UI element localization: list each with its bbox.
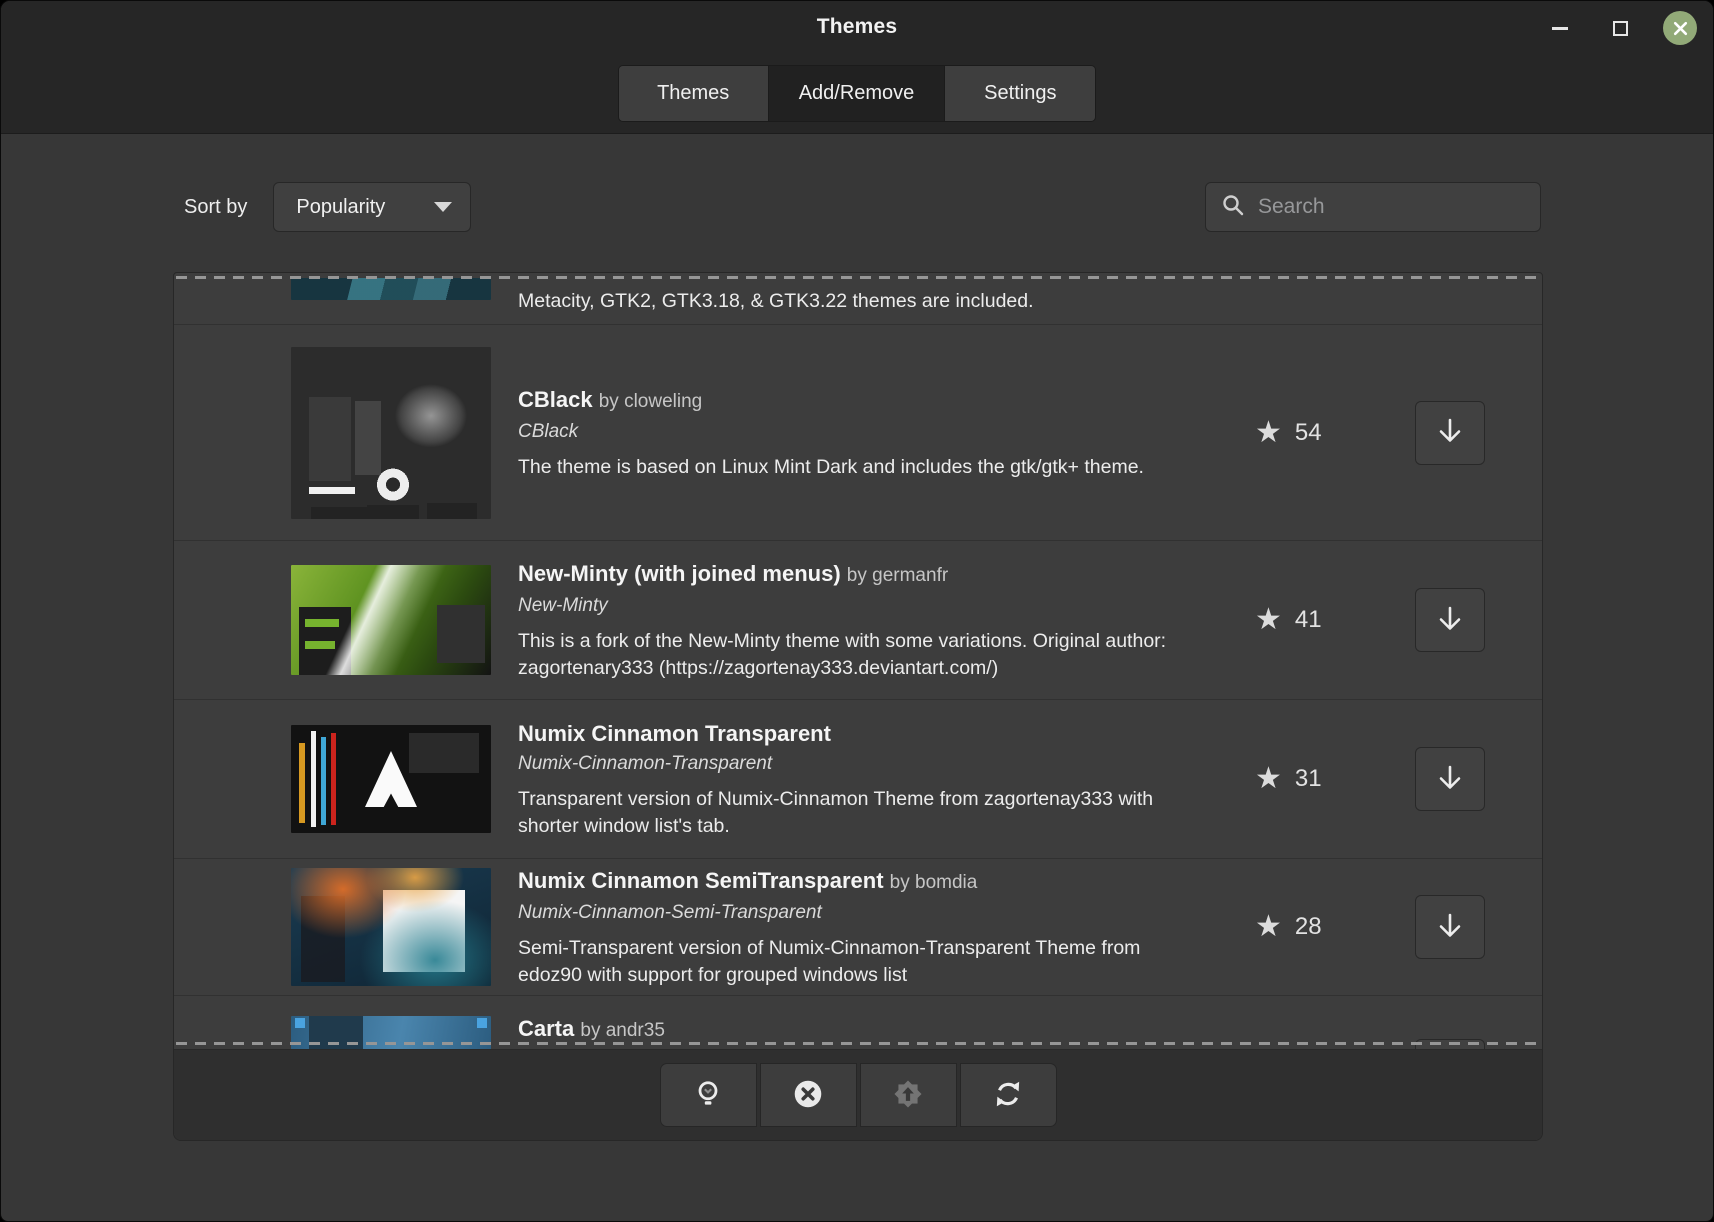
bottom-toolbar <box>174 1049 1542 1140</box>
star-count: 31 <box>1295 765 1322 793</box>
theme-list-item[interactable]: Numix Cinnamon SemiTransparent by bomdia… <box>174 858 1542 995</box>
theme-name: New-Minty (with joined menus) <box>518 561 841 586</box>
cblack-thumbnail <box>291 347 491 519</box>
arch-logo <box>365 751 417 807</box>
download-button[interactable] <box>1415 588 1485 652</box>
rating: ★ 28 <box>1255 912 1395 942</box>
star-icon: ★ <box>1255 912 1282 942</box>
theme-id: Numix-Cinnamon-Transparent <box>518 750 1239 777</box>
theme-description: Transparent version of Numix-Cinnamon Th… <box>518 786 1178 840</box>
titlebar: Themes <box>1 1 1713 55</box>
tab-settings[interactable]: Settings <box>945 66 1095 121</box>
rating: ★ 31 <box>1255 764 1395 794</box>
scroll-edge-dashed-bottom <box>176 1042 1540 1045</box>
theme-author: by bomdia <box>890 872 978 893</box>
minimize-button[interactable] <box>1543 11 1577 45</box>
theme-thumbnail <box>291 278 491 300</box>
star-icon: ★ <box>1255 418 1282 448</box>
search-input[interactable] <box>1258 195 1529 219</box>
window-title: Themes <box>1 15 1713 39</box>
scroll-edge-dashed-top <box>176 276 1540 279</box>
theme-id: New-Minty <box>518 592 1239 619</box>
download-button[interactable] <box>1415 895 1485 959</box>
tab-add-remove[interactable]: Add/Remove <box>769 66 946 121</box>
star-count: 54 <box>1295 419 1322 447</box>
tab-themes[interactable]: Themes <box>619 66 769 121</box>
minimize-icon <box>1552 27 1568 30</box>
theme-name: Numix Cinnamon Transparent <box>518 721 831 746</box>
theme-name: Numix Cinnamon SemiTransparent <box>518 868 884 893</box>
theme-author: by germanfr <box>847 565 948 586</box>
theme-description: Semi-Transparent version of Numix-Cinnam… <box>518 935 1178 989</box>
search-icon <box>1220 192 1246 223</box>
theme-description: The theme is based on Linux Mint Dark an… <box>518 454 1178 481</box>
star-icon: ★ <box>1255 605 1282 635</box>
lightbulb-icon <box>692 1078 724 1113</box>
sort-dropdown[interactable]: Popularity <box>273 182 471 232</box>
download-arrow-icon <box>1436 416 1464 449</box>
update-button[interactable] <box>860 1063 957 1127</box>
theme-name: Carta <box>518 1016 574 1041</box>
sort-group: Sort by Popularity <box>184 182 471 232</box>
theme-list-item-partial-top[interactable]: Metacity, GTK2, GTK3.18, & GTK3.22 theme… <box>174 273 1542 324</box>
tab-bar: Themes Add/Remove Settings <box>1 65 1713 122</box>
tab-group: Themes Add/Remove Settings <box>618 65 1097 122</box>
themes-scroll-area[interactable]: Metacity, GTK2, GTK3.18, & GTK3.22 theme… <box>174 273 1542 1049</box>
themes-window: Themes Themes Add/Remove Settings <box>0 0 1714 1222</box>
close-button[interactable] <box>1663 11 1697 45</box>
maximize-button[interactable] <box>1603 11 1637 45</box>
new-minty-thumbnail <box>291 565 491 675</box>
theme-id: Numix-Cinnamon-Semi-Transparent <box>518 899 1239 926</box>
theme-author: by andr35 <box>580 1020 665 1041</box>
theme-description: Metacity, GTK2, GTK3.18, & GTK3.22 theme… <box>518 290 1309 313</box>
theme-name: CBlack <box>518 387 593 412</box>
remove-button[interactable] <box>760 1063 857 1127</box>
refresh-button[interactable] <box>960 1063 1057 1127</box>
theme-list-item[interactable]: Numix Cinnamon Transparent Numix-Cinnamo… <box>174 699 1542 858</box>
theme-description: This is a fork of the New-Minty theme wi… <box>518 628 1218 682</box>
remove-circle-icon <box>791 1077 825 1114</box>
theme-author: by cloweling <box>599 391 703 412</box>
rating: ★ 41 <box>1255 605 1395 635</box>
numix-cinnamon-semitransparent-thumbnail <box>291 868 491 986</box>
maximize-icon <box>1613 21 1628 36</box>
numix-cinnamon-transparent-thumbnail <box>291 725 491 833</box>
search-box[interactable] <box>1205 182 1541 232</box>
star-count: 28 <box>1295 913 1322 941</box>
info-lightbulb-button[interactable] <box>660 1063 757 1127</box>
theme-list-item-partial-bottom[interactable]: Carta by andr35 <box>174 995 1542 1049</box>
header-bar: Themes Themes Add/Remove Settings <box>1 1 1713 134</box>
download-button[interactable] <box>1415 401 1485 465</box>
theme-list-item[interactable]: New-Minty (with joined menus) by germanf… <box>174 540 1542 699</box>
theme-list-item[interactable]: CBlack by cloweling CBlack The theme is … <box>174 324 1542 540</box>
download-arrow-icon <box>1436 604 1464 637</box>
window-controls <box>1543 1 1697 55</box>
sort-dropdown-value: Popularity <box>296 196 385 219</box>
theme-id: CBlack <box>518 418 1239 445</box>
download-button[interactable] <box>1415 747 1485 811</box>
toolbar-button-group <box>660 1063 1057 1127</box>
sort-by-label: Sort by <box>184 196 247 219</box>
star-count: 41 <box>1295 606 1322 634</box>
themes-list-frame: Metacity, GTK2, GTK3.18, & GTK3.22 theme… <box>173 272 1543 1141</box>
rating: ★ 54 <box>1255 418 1395 448</box>
controls-row: Sort by Popularity <box>173 182 1541 232</box>
close-icon <box>1663 11 1697 45</box>
update-badge-icon <box>891 1077 925 1114</box>
star-icon: ★ <box>1255 764 1282 794</box>
refresh-icon <box>991 1077 1025 1114</box>
chevron-down-icon <box>434 202 452 212</box>
download-arrow-icon <box>1436 911 1464 944</box>
download-arrow-icon <box>1436 763 1464 796</box>
